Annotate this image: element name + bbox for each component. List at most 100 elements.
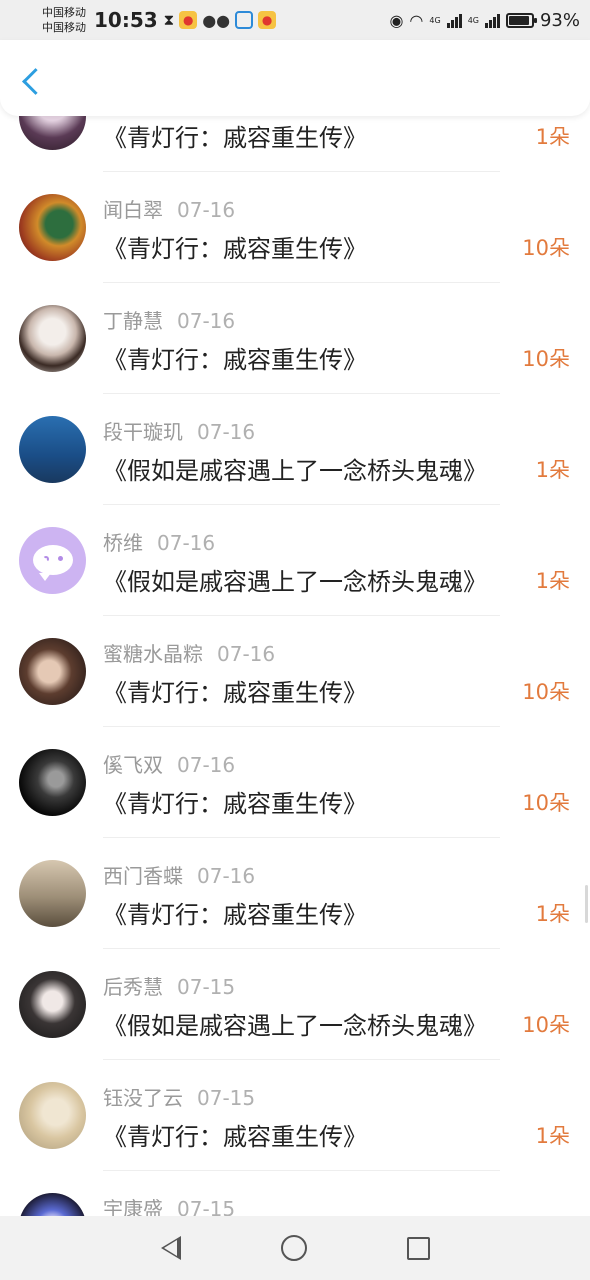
network-type-2: 4G <box>467 15 479 25</box>
book-title[interactable]: 《青灯行：戚容重生传》 <box>103 229 367 264</box>
user-meta: 傒飞双 07-16 <box>103 749 235 778</box>
wechat-icon: ●● <box>202 10 231 30</box>
avatar[interactable] <box>19 1082 86 1149</box>
book-title[interactable]: 《青灯行：戚容重生传》 <box>103 784 367 819</box>
user-name: 丁静慧 <box>103 309 163 333</box>
eye-icon: ◉ <box>389 10 404 30</box>
list-item[interactable]: 桥维 07-16 《假如是戚容遇上了一念桥头鬼魂》 1朵 <box>0 505 590 616</box>
flower-count: 10朵 <box>522 236 570 260</box>
message-icon <box>235 11 254 29</box>
battery-percent: 93% <box>539 9 580 31</box>
nav-back-icon[interactable] <box>160 1236 181 1260</box>
weibo-icon: ● <box>179 11 198 29</box>
list-item[interactable]: 段干璇玑 07-16 《假如是戚容遇上了一念桥头鬼魂》 1朵 <box>0 394 590 505</box>
avatar[interactable] <box>19 638 86 705</box>
book-title[interactable]: 《青灯行：戚容重生传》 <box>103 340 367 375</box>
list-item[interactable]: 傒飞双 07-16 《青灯行：戚容重生传》 10朵 <box>0 727 590 838</box>
book-title[interactable]: 《假如是戚容遇上了一念桥头鬼魂》 <box>103 562 487 597</box>
user-name: 宇康盛 <box>103 1197 163 1216</box>
nav-home-icon[interactable] <box>280 1235 307 1261</box>
flower-count: 10朵 <box>522 791 570 815</box>
user-meta: 蜜糖水晶粽 07-16 <box>103 638 275 667</box>
screen: 中国移动 中国移动 10:53 ⧗ ● ●● ● ◉ ◠ 4G 4G 93% 《… <box>0 0 590 1280</box>
flower-count: 1朵 <box>535 1124 570 1148</box>
list-item[interactable]: 丁静慧 07-16 《青灯行：戚容重生传》 10朵 <box>0 283 590 394</box>
avatar[interactable] <box>19 116 86 150</box>
user-name: 蜜糖水晶粽 <box>103 642 203 666</box>
signal-icon <box>446 12 462 28</box>
flower-count: 1朵 <box>535 458 570 482</box>
flower-count: 1朵 <box>535 569 570 593</box>
wifi-icon: ◠ <box>409 10 424 30</box>
weibo-icon-2: ● <box>258 11 277 29</box>
flower-count: 10朵 <box>522 680 570 704</box>
user-name: 闻白翠 <box>103 198 163 222</box>
hourglass-icon: ⧗ <box>163 11 175 29</box>
avatar[interactable] <box>19 971 86 1038</box>
gift-date: 07-16 <box>177 198 236 222</box>
book-title[interactable]: 《青灯行：戚容重生传》 <box>103 673 367 708</box>
list-item[interactable]: 蜜糖水晶粽 07-16 《青灯行：戚容重生传》 10朵 <box>0 616 590 727</box>
book-title[interactable]: 《假如是戚容遇上了一念桥头鬼魂》 <box>103 451 487 486</box>
flower-count: 1朵 <box>535 902 570 926</box>
avatar[interactable] <box>19 1193 86 1216</box>
gift-date: 07-16 <box>197 420 256 444</box>
carrier-labels: 中国移动 中国移动 <box>42 5 86 35</box>
user-meta: 丁静慧 07-16 <box>103 305 235 334</box>
list-item[interactable]: 后秀慧 07-15 《假如是戚容遇上了一念桥头鬼魂》 10朵 <box>0 949 590 1060</box>
network-type-1: 4G <box>429 15 441 25</box>
avatar[interactable] <box>19 860 86 927</box>
carrier-1: 中国移动 <box>42 6 86 19</box>
user-name: 后秀慧 <box>103 975 163 999</box>
user-meta: 西门香蝶 07-16 <box>103 860 255 889</box>
gift-date: 07-16 <box>157 531 216 555</box>
book-title[interactable]: 《假如是戚容遇上了一念桥头鬼魂》 <box>103 1006 487 1041</box>
book-title[interactable]: 《青灯行：戚容重生传》 <box>103 1117 367 1152</box>
gift-list[interactable]: 《青灯行：戚容重生传》 1朵 闻白翠 07-16 《青灯行：戚容重生传》 10朵 丁静慧 07… <box>0 116 590 1216</box>
list-item[interactable]: 《青灯行：戚容重生传》 1朵 <box>0 116 590 172</box>
user-name: 段干璇玑 <box>103 420 183 444</box>
carrier-2: 中国移动 <box>42 21 86 34</box>
gift-date: 07-16 <box>177 309 236 333</box>
list-item[interactable]: 闻白翠 07-16 《青灯行：戚容重生传》 10朵 <box>0 172 590 283</box>
gift-date: 07-15 <box>177 975 236 999</box>
user-meta: 段干璇玑 07-16 <box>103 416 255 445</box>
signal-icon-2 <box>484 12 500 28</box>
book-title[interactable]: 《青灯行：戚容重生传》 <box>103 118 367 153</box>
gift-date: 07-16 <box>177 753 236 777</box>
clock: 10:53 <box>94 8 158 32</box>
flower-count: 10朵 <box>522 1013 570 1037</box>
header <box>0 40 590 116</box>
flower-count: 1朵 <box>535 125 570 149</box>
gift-date: 07-15 <box>197 1086 256 1110</box>
avatar[interactable] <box>19 194 86 261</box>
gift-date: 07-16 <box>197 864 256 888</box>
user-name: 傒飞双 <box>103 753 163 777</box>
list-item[interactable]: 西门香蝶 07-16 《青灯行：戚容重生传》 1朵 <box>0 838 590 949</box>
user-meta: 闻白翠 07-16 <box>103 194 235 223</box>
user-name: 西门香蝶 <box>103 864 183 888</box>
user-meta: 桥维 07-16 <box>103 527 215 556</box>
navigation-bar <box>0 1216 590 1280</box>
book-title[interactable]: 《青灯行：戚容重生传》 <box>103 895 367 930</box>
avatar[interactable] <box>19 527 86 594</box>
gift-date: 07-16 <box>217 642 276 666</box>
avatar[interactable] <box>19 305 86 372</box>
nav-recent-icon[interactable] <box>406 1236 430 1260</box>
chat-bubble-icon <box>33 545 73 581</box>
list-item[interactable]: 宇康盛 07-15 <box>0 1171 590 1216</box>
avatar[interactable] <box>19 416 86 483</box>
user-meta: 宇康盛 07-15 <box>103 1193 235 1216</box>
avatar[interactable] <box>19 749 86 816</box>
flower-count: 10朵 <box>522 347 570 371</box>
gift-date: 07-15 <box>177 1197 236 1216</box>
scrollbar[interactable] <box>585 885 588 923</box>
battery-icon <box>505 12 537 28</box>
list-item[interactable]: 钰没了云 07-15 《青灯行：戚容重生传》 1朵 <box>0 1060 590 1171</box>
user-name: 桥维 <box>103 531 143 555</box>
status-bar: 中国移动 中国移动 10:53 ⧗ ● ●● ● ◉ ◠ 4G 4G 93% <box>0 0 590 40</box>
user-name: 钰没了云 <box>103 1086 183 1110</box>
user-meta: 钰没了云 07-15 <box>103 1082 255 1111</box>
user-meta: 后秀慧 07-15 <box>103 971 235 1000</box>
chevron-left-icon[interactable] <box>22 68 42 96</box>
